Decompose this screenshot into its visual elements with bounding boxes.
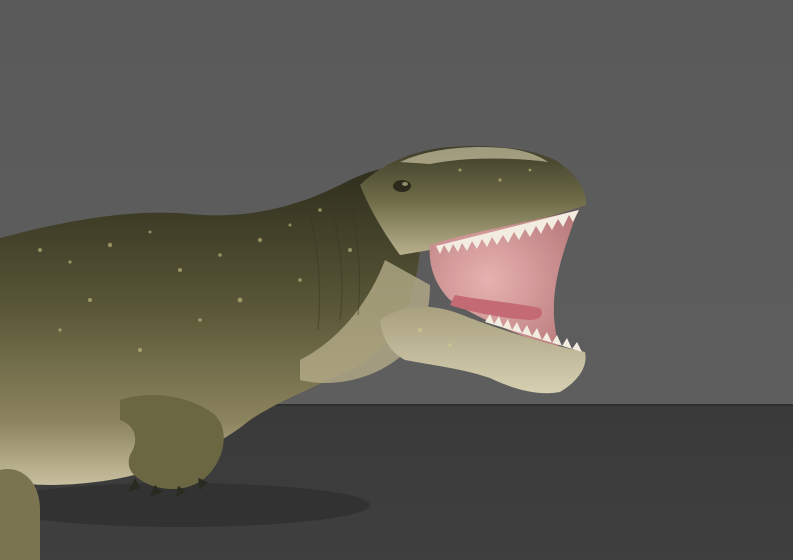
floor-shadow: [0, 483, 370, 527]
dinosaur-figure: [0, 146, 587, 560]
eye-highlight: [402, 182, 408, 186]
lower-jaw: [380, 306, 586, 394]
render-viewport: [0, 0, 793, 560]
eye: [393, 180, 411, 192]
